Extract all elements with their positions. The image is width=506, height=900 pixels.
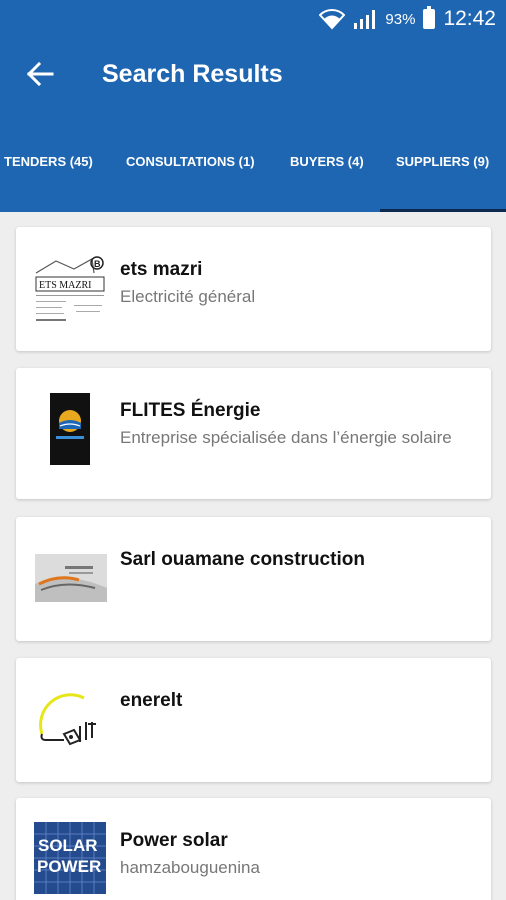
svg-text:B: B (94, 259, 101, 269)
tab-consultations[interactable]: CONSULTATIONS (1) (126, 154, 255, 169)
solar-power-logo-text-top: SOLAR (38, 836, 98, 855)
app-bar: 93% 12:42 Search Results TENDERS (45) CO… (0, 0, 506, 212)
result-description: Entreprise spécialisée dans l’énergie so… (120, 428, 452, 447)
battery-percent: 93% (385, 10, 416, 28)
wifi-icon (319, 9, 346, 30)
list-item[interactable]: FLITES Énergie Entreprise spécialisée da… (16, 368, 491, 499)
result-name: Power solar (120, 830, 228, 851)
flites-energie-logo (50, 392, 90, 466)
result-name: enerelt (120, 690, 183, 711)
result-description: hamzabouguenina (120, 858, 260, 877)
status-bar: 93% 12:42 (0, 0, 506, 38)
tab-suppliers[interactable]: SUPPLIERS (9) (396, 154, 489, 169)
back-arrow-icon[interactable] (26, 62, 54, 86)
result-name: ets mazri (120, 259, 203, 280)
selected-tab-indicator (380, 209, 506, 212)
result-name: Sarl ouamane construction (120, 549, 365, 570)
ouamane-business-card-logo (34, 541, 108, 615)
result-name: FLITES Énergie (120, 400, 261, 421)
tab-bar: TENDERS (45) CONSULTATIONS (1) BUYERS (4… (0, 140, 506, 212)
list-item[interactable]: Sarl ouamane construction (16, 517, 491, 641)
status-time: 12:42 (443, 7, 496, 30)
tab-buyers[interactable]: BUYERS (4) (290, 154, 364, 169)
list-item[interactable]: SOLAR POWER Power solar hamzabouguenina (16, 798, 491, 900)
ets-mazri-logo-text: ETS MAZRI (39, 280, 92, 291)
page-title: Search Results (102, 60, 283, 88)
solar-power-logo: SOLAR POWER (34, 822, 106, 894)
signal-icon (354, 10, 376, 29)
solar-power-logo-text-bottom: POWER (37, 857, 101, 876)
list-item[interactable]: enerelt (16, 658, 491, 782)
ets-mazri-logo: B ETS MAZRI (34, 251, 108, 325)
result-description: Electricité général (120, 287, 256, 306)
list-item[interactable]: B ETS MAZRI ets mazri Electricité généra… (16, 227, 491, 351)
battery-icon (423, 6, 436, 29)
enerelt-bulb-logo (34, 682, 108, 756)
tab-tenders[interactable]: TENDERS (45) (4, 154, 93, 169)
